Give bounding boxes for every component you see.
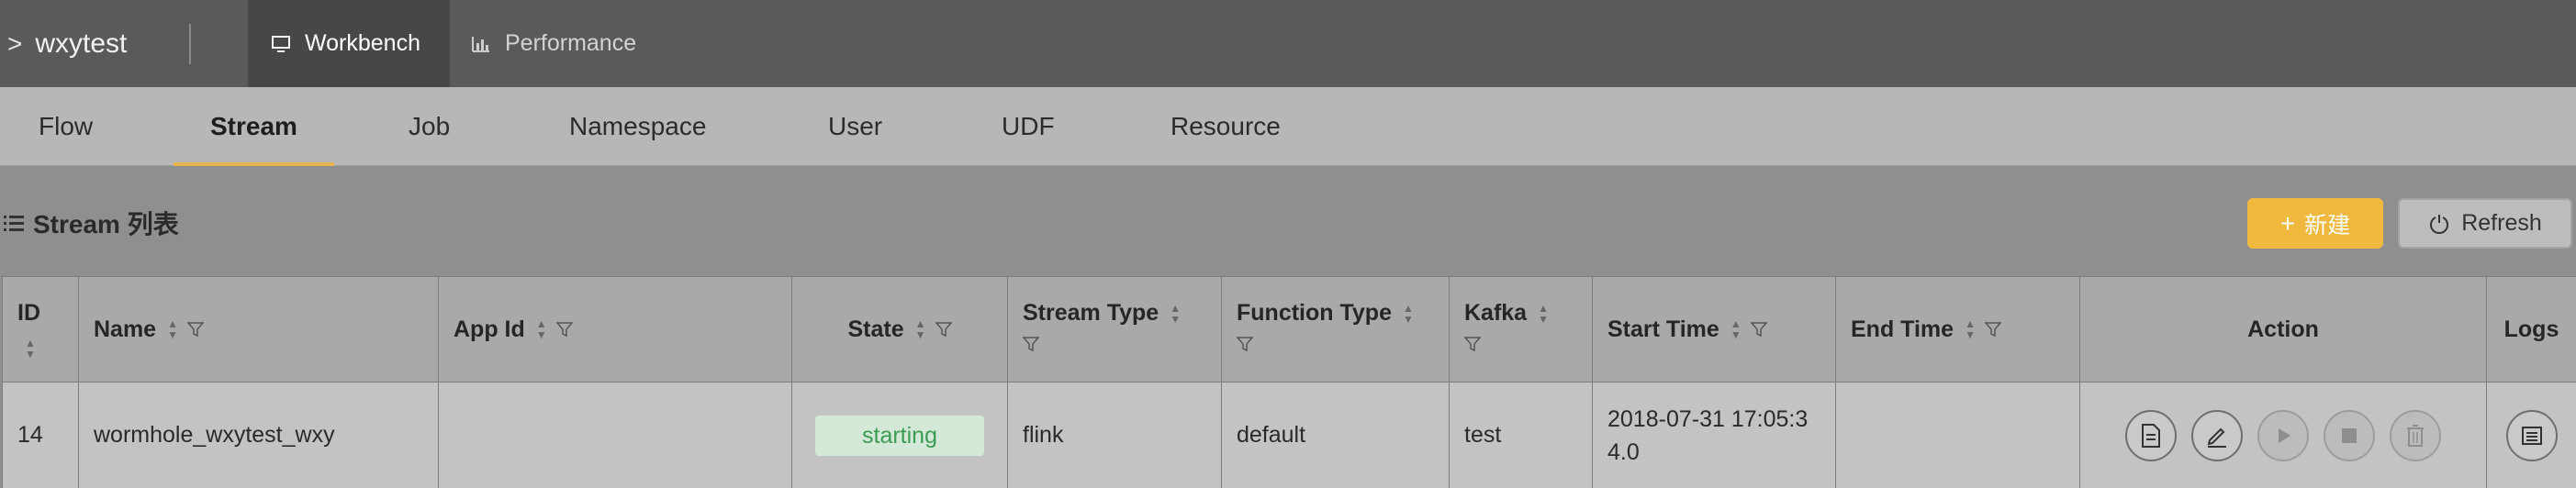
filter-icon[interactable] — [1237, 336, 1253, 352]
stream-list-header: Stream 列表 + 新建 Refresh — [0, 166, 2576, 276]
filter-icon[interactable] — [935, 321, 952, 338]
status-badge: starting — [815, 415, 984, 456]
file-text-icon — [2142, 423, 2160, 448]
col-kafka[interactable]: Kafka ▲ ▼ — [1449, 276, 1593, 383]
col-end-time-label: End Time — [1851, 316, 1954, 342]
header-divider — [189, 24, 191, 64]
filter-icon[interactable] — [186, 321, 204, 338]
sub-navigation: Flow Stream Job Namespace User UDF Resou… — [0, 87, 2576, 166]
table-row: 14 wormhole_wxytest_wxy starting flink d… — [2, 382, 2576, 488]
new-stream-button[interactable]: + 新建 — [2247, 198, 2383, 249]
edit-icon — [2207, 427, 2226, 448]
tab-workbench-label: Workbench — [305, 30, 420, 56]
bar-chart-icon — [472, 36, 490, 52]
stop-button[interactable] — [2324, 409, 2375, 461]
cell-app-id — [438, 382, 792, 488]
sort-icon[interactable]: ▲ ▼ — [1170, 303, 1181, 325]
filter-icon[interactable] — [1023, 336, 1039, 352]
start-time-line2: 4.0 — [1607, 438, 1640, 465]
cell-kafka: test — [1449, 382, 1593, 488]
trash-icon — [2407, 424, 2424, 447]
col-function-type-label: Function Type — [1237, 300, 1392, 326]
sort-icon[interactable]: ▲ ▼ — [1403, 303, 1414, 325]
col-stream-type-label: Stream Type — [1023, 300, 1159, 326]
filter-icon[interactable] — [555, 321, 573, 338]
tab-performance[interactable]: Performance — [472, 0, 674, 87]
cell-id: 14 — [2, 382, 79, 488]
project-name: wxytest — [35, 28, 128, 59]
refresh-button[interactable]: Refresh — [2398, 198, 2572, 249]
col-kafka-label: Kafka — [1464, 300, 1528, 326]
filter-icon[interactable] — [1464, 336, 1481, 352]
nav-udf[interactable]: UDF — [1002, 87, 1055, 166]
nav-user[interactable]: User — [828, 87, 882, 166]
view-detail-button[interactable] — [2125, 409, 2177, 461]
nav-flow[interactable]: Flow — [39, 87, 93, 166]
col-app-id[interactable]: App Id ▲ ▼ — [438, 276, 792, 383]
col-action: Action — [2079, 276, 2487, 383]
cell-state: starting — [791, 382, 1008, 488]
col-id[interactable]: ID ▲ ▼ — [2, 276, 79, 383]
power-icon — [2428, 213, 2450, 235]
cell-stream-type: flink — [1007, 382, 1222, 488]
edit-button[interactable] — [2191, 409, 2243, 461]
list-icon — [2521, 426, 2542, 445]
list-icon — [4, 214, 24, 232]
col-start-time[interactable]: Start Time ▲ ▼ — [1592, 276, 1836, 383]
sort-icon[interactable]: ▲ ▼ — [536, 318, 547, 340]
plus-icon: + — [2279, 208, 2296, 238]
col-name[interactable]: Name ▲ ▼ — [78, 276, 439, 383]
section-title-text: Stream 列表 — [33, 210, 179, 238]
play-icon — [2279, 427, 2290, 443]
nav-namespace[interactable]: Namespace — [569, 87, 706, 166]
sort-icon[interactable]: ▲ ▼ — [1730, 318, 1742, 340]
col-app-id-label: App Id — [454, 316, 525, 342]
cell-start-time: 2018-07-31 17:05:3 4.0 — [1592, 382, 1836, 488]
cell-logs — [2486, 382, 2576, 488]
col-function-type[interactable]: Function Type ▲ ▼ — [1221, 276, 1450, 383]
col-end-time[interactable]: End Time ▲ ▼ — [1835, 276, 2080, 383]
cell-name: wormhole_wxytest_wxy — [78, 382, 439, 488]
start-button[interactable] — [2257, 409, 2309, 461]
col-start-time-label: Start Time — [1607, 316, 1719, 342]
chevron-right-icon: > — [7, 29, 23, 58]
col-id-label: ID — [17, 299, 40, 326]
nav-job[interactable]: Job — [409, 87, 450, 166]
sort-icon[interactable]: ▲ ▼ — [915, 318, 926, 340]
nav-resource[interactable]: Resource — [1170, 87, 1281, 166]
tab-workbench[interactable]: Workbench — [248, 0, 450, 87]
refresh-button-label: Refresh — [2461, 210, 2542, 236]
col-stream-type[interactable]: Stream Type ▲ ▼ — [1007, 276, 1222, 383]
sort-icon[interactable]: ▲ ▼ — [1965, 318, 1976, 340]
col-logs-label: Logs — [2503, 316, 2559, 342]
section-title: Stream 列表 — [4, 205, 179, 241]
col-name-label: Name — [94, 316, 157, 342]
cell-action — [2079, 382, 2487, 488]
nav-stream[interactable]: Stream — [174, 87, 334, 166]
new-button-label: 新建 — [2304, 212, 2351, 238]
table-header-row: ID ▲ ▼ Name ▲ ▼ App Id ▲ ▼ State ▲ ▼ Str… — [2, 276, 2576, 383]
stop-icon — [2342, 427, 2357, 443]
delete-button[interactable] — [2390, 409, 2441, 461]
col-state-label: State — [847, 316, 904, 342]
col-action-label: Action — [2247, 316, 2319, 342]
start-time-line1: 2018-07-31 17:05:3 — [1607, 405, 1809, 432]
filter-icon[interactable] — [1750, 321, 1767, 338]
top-header: > wxytest Workbench Performance — [0, 0, 2576, 87]
filter-icon[interactable] — [1984, 321, 2001, 338]
sort-icon[interactable]: ▲ ▼ — [1538, 303, 1549, 325]
cell-end-time — [1835, 382, 2080, 488]
sort-icon[interactable]: ▲ ▼ — [25, 338, 36, 360]
project-switcher[interactable]: > wxytest — [7, 20, 127, 68]
logs-button[interactable] — [2505, 409, 2558, 461]
col-logs: Logs — [2486, 276, 2576, 383]
col-state[interactable]: State ▲ ▼ — [791, 276, 1008, 383]
cell-function-type: default — [1221, 382, 1450, 488]
tab-performance-label: Performance — [505, 30, 637, 56]
sort-icon[interactable]: ▲ ▼ — [167, 318, 178, 340]
monitor-icon — [272, 35, 290, 52]
stream-table: ID ▲ ▼ Name ▲ ▼ App Id ▲ ▼ State ▲ ▼ Str… — [2, 276, 2576, 488]
